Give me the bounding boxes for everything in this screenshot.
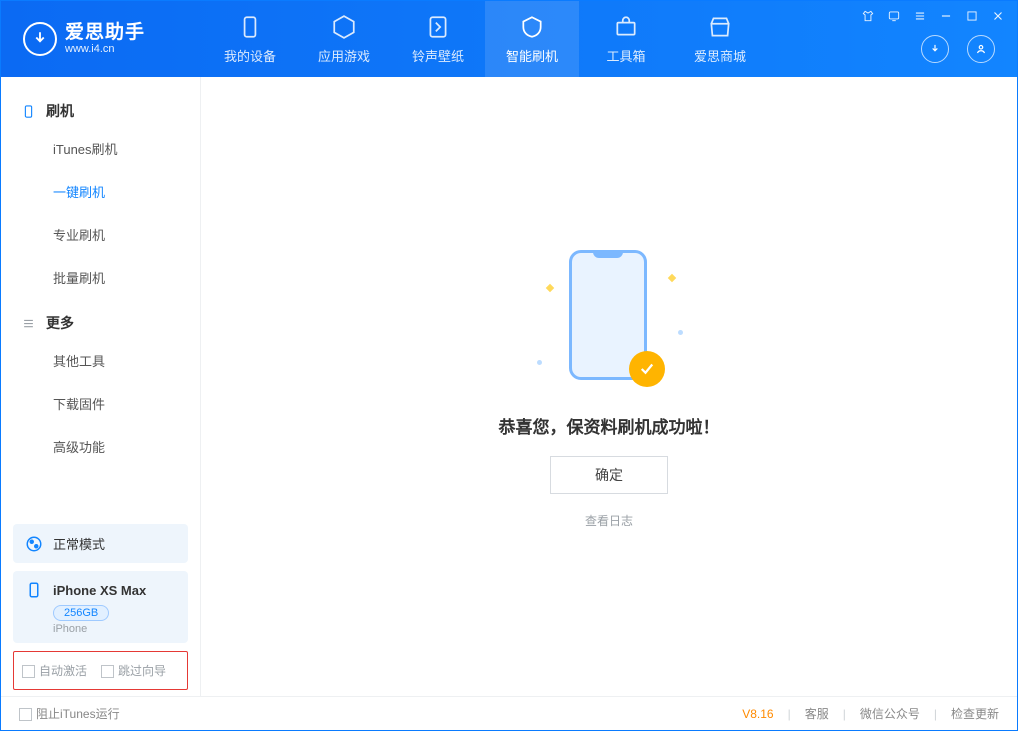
sidebar-item-download-firmware[interactable]: 下载固件 bbox=[1, 382, 200, 425]
top-nav: 我的设备 应用游戏 铃声壁纸 智能刷机 工具箱 爱思商城 bbox=[203, 1, 767, 77]
nav-apps-games[interactable]: 应用游戏 bbox=[297, 1, 391, 77]
sidebar: 刷机 iTunes刷机 一键刷机 专业刷机 批量刷机 更多 其他工具 下载固件 … bbox=[1, 77, 201, 696]
nav-ringtone-wallpaper[interactable]: 铃声壁纸 bbox=[391, 1, 485, 77]
device-card[interactable]: iPhone XS Max 256GB iPhone bbox=[13, 571, 188, 643]
options-box: 自动激活 跳过向导 bbox=[13, 651, 188, 690]
device-type: iPhone bbox=[53, 623, 176, 635]
main-panel: 恭喜您，保资料刷机成功啦！ 确定 查看日志 bbox=[201, 77, 1017, 696]
sidebar-item-other-tools[interactable]: 其他工具 bbox=[1, 339, 200, 382]
app-title: 爱思助手 bbox=[65, 23, 145, 44]
version-label: V8.16 bbox=[742, 707, 773, 721]
nav-my-device[interactable]: 我的设备 bbox=[203, 1, 297, 77]
user-button[interactable] bbox=[967, 35, 995, 63]
device-storage: 256GB bbox=[53, 605, 109, 621]
support-link[interactable]: 客服 bbox=[805, 705, 829, 722]
view-log-link[interactable]: 查看日志 bbox=[585, 512, 633, 529]
minimize-icon[interactable] bbox=[939, 9, 953, 23]
download-button[interactable] bbox=[921, 35, 949, 63]
sidebar-item-advanced[interactable]: 高级功能 bbox=[1, 425, 200, 468]
logo-icon bbox=[23, 22, 57, 56]
nav-flash[interactable]: 智能刷机 bbox=[485, 1, 579, 77]
shirt-icon[interactable] bbox=[861, 9, 875, 23]
body: 刷机 iTunes刷机 一键刷机 专业刷机 批量刷机 更多 其他工具 下载固件 … bbox=[1, 77, 1017, 696]
close-icon[interactable] bbox=[991, 9, 1005, 23]
check-update-link[interactable]: 检查更新 bbox=[951, 705, 999, 722]
nav-toolbox[interactable]: 工具箱 bbox=[579, 1, 673, 77]
sidebar-item-batch-flash[interactable]: 批量刷机 bbox=[1, 256, 200, 299]
header: 爱思助手 www.i4.cn 我的设备 应用游戏 铃声壁纸 智能刷机 工具箱 爱… bbox=[1, 1, 1017, 77]
app-window: 爱思助手 www.i4.cn 我的设备 应用游戏 铃声壁纸 智能刷机 工具箱 爱… bbox=[0, 0, 1018, 731]
success-message: 恭喜您，保资料刷机成功啦！ bbox=[499, 413, 720, 438]
nav-store[interactable]: 爱思商城 bbox=[673, 1, 767, 77]
skip-guide-checkbox[interactable]: 跳过向导 bbox=[101, 662, 166, 679]
header-right bbox=[921, 35, 995, 63]
wechat-link[interactable]: 微信公众号 bbox=[860, 705, 920, 722]
check-badge-icon bbox=[629, 351, 665, 387]
sidebar-item-pro-flash[interactable]: 专业刷机 bbox=[1, 213, 200, 256]
mode-card[interactable]: 正常模式 bbox=[13, 524, 188, 563]
mode-label: 正常模式 bbox=[53, 534, 105, 553]
sidebar-section-flash: 刷机 bbox=[1, 87, 200, 127]
auto-activate-checkbox[interactable]: 自动激活 bbox=[22, 662, 87, 679]
window-controls bbox=[861, 9, 1005, 23]
sidebar-section-more: 更多 bbox=[1, 299, 200, 339]
sidebar-item-itunes-flash[interactable]: iTunes刷机 bbox=[1, 127, 200, 170]
block-itunes-checkbox[interactable]: 阻止iTunes运行 bbox=[19, 705, 120, 722]
footer: 阻止iTunes运行 V8.16| 客服| 微信公众号| 检查更新 bbox=[1, 696, 1017, 730]
logo: 爱思助手 www.i4.cn bbox=[1, 22, 203, 56]
device-name: iPhone XS Max bbox=[53, 583, 146, 598]
maximize-icon[interactable] bbox=[965, 9, 979, 23]
sidebar-item-onekey-flash[interactable]: 一键刷机 bbox=[1, 170, 200, 213]
feedback-icon[interactable] bbox=[887, 9, 901, 23]
success-illustration bbox=[549, 245, 669, 395]
app-url: www.i4.cn bbox=[65, 43, 145, 55]
confirm-button[interactable]: 确定 bbox=[550, 456, 668, 494]
menu-icon[interactable] bbox=[913, 9, 927, 23]
